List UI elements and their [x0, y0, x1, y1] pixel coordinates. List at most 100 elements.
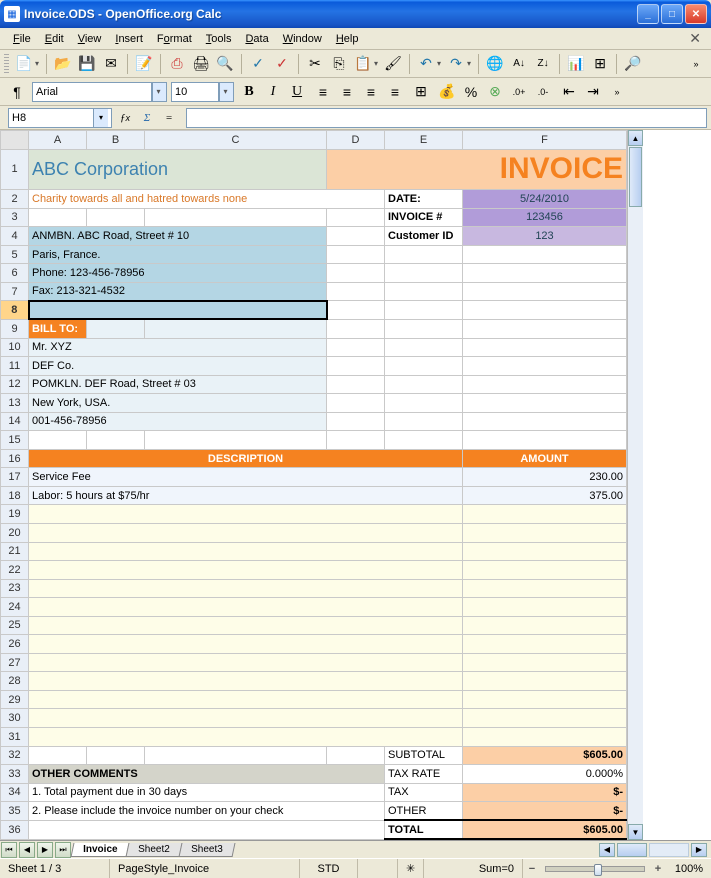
empty-item-2[interactable] — [29, 542, 463, 561]
customer-value[interactable]: 123 — [463, 227, 627, 246]
menu-data[interactable]: Data — [238, 31, 275, 47]
font-name-dropdown[interactable]: ▾ — [152, 82, 167, 102]
italic-button[interactable]: I — [262, 81, 284, 103]
scroll-right-button[interactable]: ▶ — [691, 843, 707, 857]
col-header-B[interactable]: B — [87, 131, 145, 150]
menu-format[interactable]: Format — [150, 31, 199, 47]
empty-item-9[interactable] — [29, 672, 463, 691]
empty-amt-5[interactable] — [463, 598, 627, 617]
row-header-9[interactable]: 9 — [1, 319, 29, 338]
col-header-A[interactable]: A — [29, 131, 87, 150]
status-pagestyle[interactable]: PageStyle_Invoice — [110, 859, 300, 878]
navigator-button[interactable]: ⊞ — [589, 53, 611, 75]
edit-doc-button[interactable]: 📝 — [133, 53, 155, 75]
font-size-select[interactable] — [171, 82, 219, 102]
scroll-left-button[interactable]: ◀ — [599, 843, 615, 857]
col-header-E[interactable]: E — [385, 131, 463, 150]
empty-amt-9[interactable] — [463, 672, 627, 691]
align-left-button[interactable]: ≡ — [312, 81, 334, 103]
empty-item-3[interactable] — [29, 561, 463, 580]
merge-button[interactable]: ⊞ — [410, 81, 432, 103]
taxrate-value[interactable]: 0.000% — [463, 765, 627, 784]
row-header-10[interactable]: 10 — [1, 338, 29, 357]
remove-decimal-button[interactable]: .0- — [532, 81, 554, 103]
increase-indent-button[interactable]: ⇥ — [582, 81, 604, 103]
date-value[interactable]: 5/24/2010 — [463, 190, 627, 209]
undo-button[interactable]: ↶ — [415, 53, 437, 75]
empty-amt-6[interactable] — [463, 616, 627, 635]
col-header-C[interactable]: C — [145, 131, 327, 150]
menu-help[interactable]: Help — [329, 31, 366, 47]
tab-invoice[interactable]: Invoice — [71, 843, 130, 857]
row-header-25[interactable]: 25 — [1, 616, 29, 635]
styles-button[interactable]: ¶ — [6, 81, 28, 103]
row-header-36[interactable]: 36 — [1, 820, 29, 839]
customer-label[interactable]: Customer ID — [385, 227, 463, 246]
empty-amt-1[interactable] — [463, 523, 627, 542]
empty-item-8[interactable] — [29, 653, 463, 672]
col-header-D[interactable]: D — [327, 131, 385, 150]
email-button[interactable]: ✉ — [100, 53, 122, 75]
zoom-slider[interactable] — [545, 866, 645, 872]
empty-amt-11[interactable] — [463, 709, 627, 728]
row-header-4[interactable]: 4 — [1, 227, 29, 246]
row-header-22[interactable]: 22 — [1, 561, 29, 580]
new-dropdown[interactable]: ▾ — [35, 59, 41, 68]
new-button[interactable]: 📄 — [13, 53, 35, 75]
comment-empty[interactable] — [29, 820, 385, 839]
tab-nav-prev[interactable]: ◀ — [19, 842, 35, 858]
empty-item-11[interactable] — [29, 709, 463, 728]
menu-window[interactable]: Window — [276, 31, 329, 47]
paste-button[interactable]: 📋 — [352, 53, 374, 75]
toolbar-grip[interactable] — [4, 54, 9, 74]
empty-item-4[interactable] — [29, 579, 463, 598]
scroll-up-button[interactable]: ▲ — [628, 130, 643, 146]
font-size-dropdown[interactable]: ▾ — [219, 82, 234, 102]
decrease-indent-button[interactable]: ⇤ — [558, 81, 580, 103]
company-address-2[interactable]: Phone: 123-456-78956 — [29, 264, 327, 283]
bold-button[interactable]: B — [238, 81, 260, 103]
item-amt-0[interactable]: 230.00 — [463, 468, 627, 487]
date-label[interactable]: DATE: — [385, 190, 463, 209]
empty-item-7[interactable] — [29, 635, 463, 654]
row-header-34[interactable]: 34 — [1, 783, 29, 802]
billto-line-0[interactable]: Mr. XYZ — [29, 338, 327, 357]
menu-insert[interactable]: Insert — [108, 31, 150, 47]
row-header-5[interactable]: 5 — [1, 245, 29, 264]
item-desc-1[interactable]: Labor: 5 hours at $75/hr — [29, 486, 463, 505]
open-button[interactable]: 📂 — [52, 53, 74, 75]
empty-item-12[interactable] — [29, 727, 463, 746]
billto-line-2[interactable]: POMKLN. DEF Road, Street # 03 — [29, 375, 327, 394]
subtotal-label[interactable]: SUBTOTAL — [385, 746, 463, 765]
row-header-21[interactable]: 21 — [1, 542, 29, 561]
find-button[interactable]: 🔎 — [622, 53, 644, 75]
formula-input[interactable] — [186, 108, 707, 128]
row-header-30[interactable]: 30 — [1, 709, 29, 728]
comment-1[interactable]: 1. Total payment due in 30 days — [29, 783, 385, 802]
add-decimal-button[interactable]: .0+ — [508, 81, 530, 103]
status-sum[interactable]: Sum=0 — [424, 859, 523, 878]
redo-button[interactable]: ↷ — [445, 53, 467, 75]
zoom-out-button[interactable]: − — [525, 863, 539, 875]
empty-item-10[interactable] — [29, 690, 463, 709]
row-header-17[interactable]: 17 — [1, 468, 29, 487]
row-header-7[interactable]: 7 — [1, 282, 29, 301]
sort-asc-button[interactable]: A↓ — [508, 53, 530, 75]
scroll-track[interactable] — [628, 208, 643, 824]
row-header-33[interactable]: 33 — [1, 765, 29, 784]
undo-dropdown[interactable]: ▾ — [437, 59, 443, 68]
align-center-button[interactable]: ≡ — [336, 81, 358, 103]
row-header-11[interactable]: 11 — [1, 357, 29, 376]
empty-amt-3[interactable] — [463, 561, 627, 580]
equals-button[interactable]: = — [160, 109, 178, 127]
hscroll-track[interactable] — [649, 843, 689, 857]
item-amt-1[interactable]: 375.00 — [463, 486, 627, 505]
redo-dropdown[interactable]: ▾ — [467, 59, 473, 68]
menu-file[interactable]: File — [6, 31, 38, 47]
sort-desc-button[interactable]: Z↓ — [532, 53, 554, 75]
vertical-scrollbar[interactable]: ▲ ▼ — [627, 130, 643, 840]
underline-button[interactable]: U — [286, 81, 308, 103]
maximize-button[interactable]: □ — [661, 4, 683, 24]
row-header-18[interactable]: 18 — [1, 486, 29, 505]
row-header-15[interactable]: 15 — [1, 431, 29, 450]
